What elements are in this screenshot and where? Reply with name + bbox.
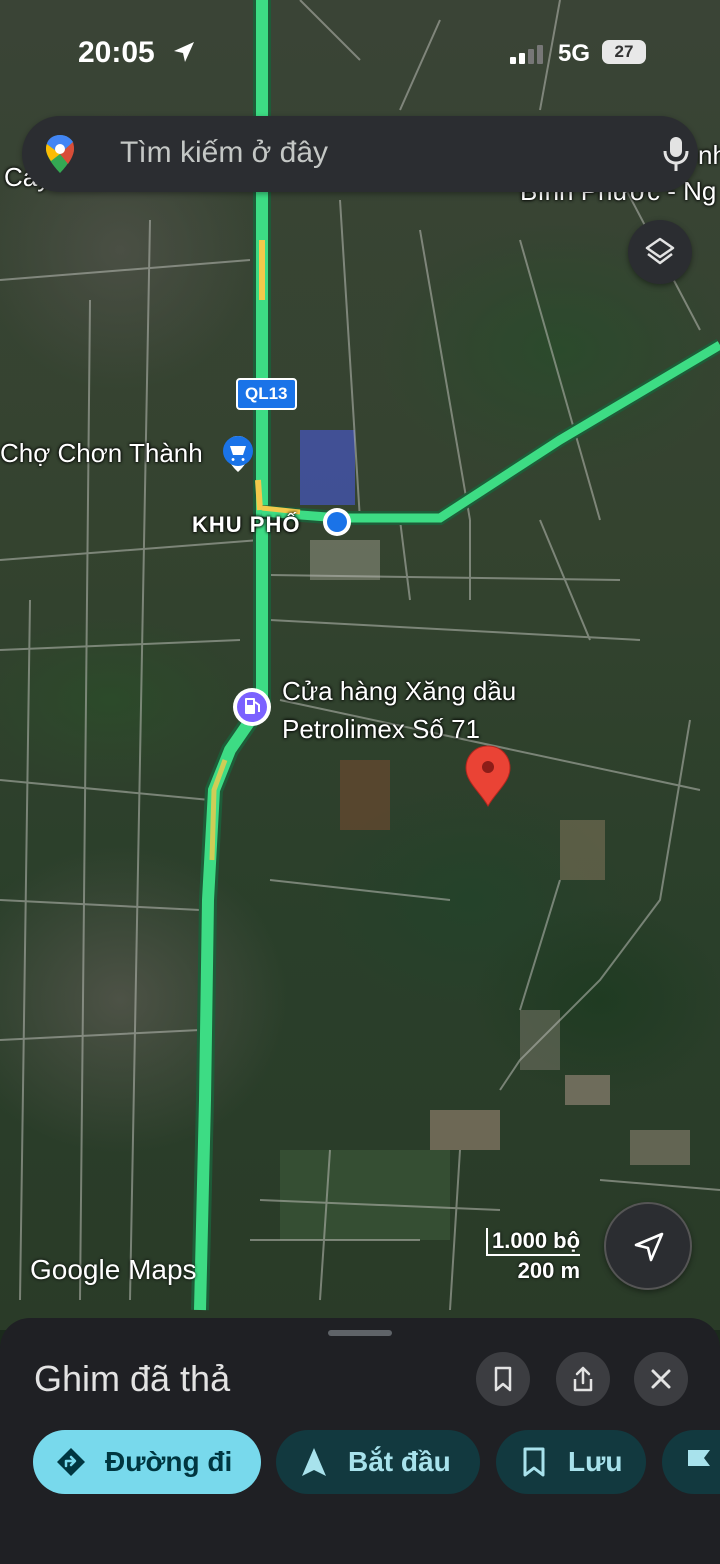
layers-button[interactable] xyxy=(628,220,692,284)
action-chips: Đường đi Bắt đầu Lưu xyxy=(0,1430,720,1500)
dropped-pin-sheet[interactable]: Ghim đã thả Đường đi Bắt đầu Lưu xyxy=(0,1318,720,1564)
recenter-location-button[interactable] xyxy=(604,1202,692,1290)
road-shield-ql13: QL13 xyxy=(236,378,297,410)
map-view[interactable]: Cay nh Bình Phước - Ng QL13 Chợ Chơn Thà… xyxy=(0,0,720,1330)
scale-imperial: 1.000 bộ xyxy=(486,1228,581,1256)
current-location-dot[interactable] xyxy=(323,508,351,536)
sheet-title: Ghim đã thả xyxy=(34,1358,231,1399)
save-label: Lưu xyxy=(568,1446,623,1477)
gas-station-label-line1[interactable]: Cửa hàng Xăng dầu xyxy=(282,676,516,707)
flag-icon xyxy=(688,1450,710,1476)
microphone-icon[interactable] xyxy=(662,135,690,173)
location-arrow-icon xyxy=(174,42,194,62)
directions-chip[interactable]: Đường đi xyxy=(33,1430,261,1494)
status-bar: 20:05 5G 27 xyxy=(0,0,720,100)
signal-icon xyxy=(510,45,543,64)
google-maps-pin-icon xyxy=(46,135,74,173)
battery-icon: 27 xyxy=(602,40,646,64)
directions-icon xyxy=(57,1448,85,1476)
navigation-arrow-icon xyxy=(634,1232,664,1262)
partial-label-top-right-1: nh xyxy=(698,140,720,170)
search-placeholder[interactable]: Tìm kiếm ở đây xyxy=(120,136,328,170)
save-bookmark-icon xyxy=(523,1447,545,1477)
bookmark-icon xyxy=(494,1366,512,1392)
dropped-pin-icon[interactable] xyxy=(465,745,511,808)
scale-metric: 200 m xyxy=(517,1258,581,1283)
gas-station-label-line2[interactable]: Petrolimex Số 71 xyxy=(282,714,480,745)
directions-label: Đường đi xyxy=(105,1446,233,1477)
cho-chon-thanh-label[interactable]: Chợ Chơn Thành xyxy=(0,438,203,469)
close-button[interactable] xyxy=(634,1352,688,1406)
more-chip-partial[interactable] xyxy=(662,1430,720,1494)
start-chip[interactable]: Bắt đầu xyxy=(276,1430,480,1494)
bookmark-button[interactable] xyxy=(476,1352,530,1406)
gas-station-poi-icon[interactable] xyxy=(233,688,271,726)
khu-pho-label: KHU PHỐ xyxy=(192,512,301,537)
layers-icon xyxy=(645,237,675,265)
status-time: 20:05 xyxy=(78,36,155,69)
map-scale: 1.000 bộ 200 m xyxy=(486,1228,581,1284)
market-poi-icon[interactable] xyxy=(223,436,253,472)
save-chip[interactable]: Lưu xyxy=(496,1430,646,1494)
sheet-drag-handle[interactable] xyxy=(328,1330,392,1336)
network-type: 5G xyxy=(558,40,591,67)
close-icon xyxy=(651,1369,671,1389)
navigation-start-icon xyxy=(302,1448,326,1476)
google-maps-attribution: Google Maps xyxy=(30,1254,197,1285)
start-label: Bắt đầu xyxy=(348,1446,451,1477)
share-icon xyxy=(573,1366,593,1392)
share-button[interactable] xyxy=(556,1352,610,1406)
search-bar[interactable]: Tìm kiếm ở đây xyxy=(22,116,698,192)
